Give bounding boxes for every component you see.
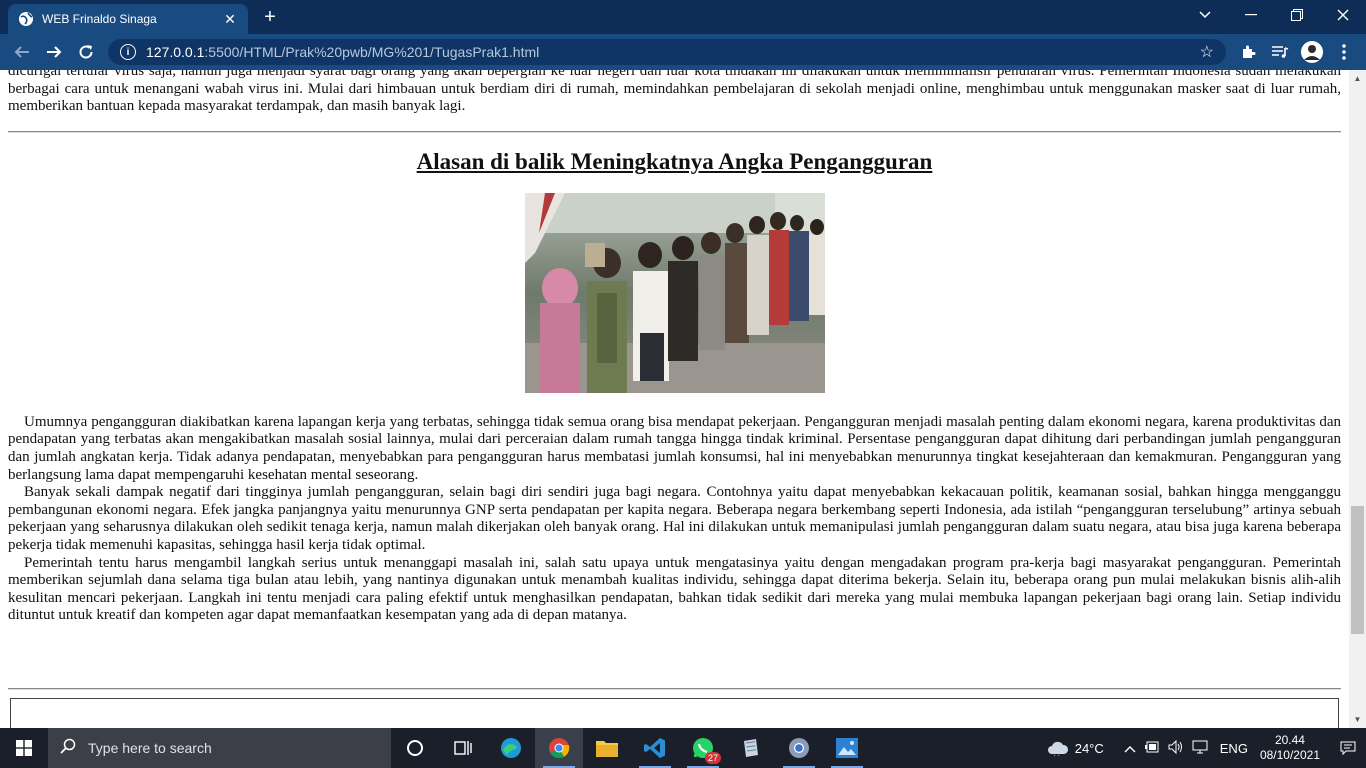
taskbar-search-box[interactable]: Type here to search bbox=[48, 728, 391, 768]
vscode-icon[interactable] bbox=[631, 728, 679, 768]
profile-avatar[interactable] bbox=[1300, 40, 1324, 64]
divider bbox=[8, 130, 1341, 133]
search-icon bbox=[60, 738, 76, 759]
restore-button[interactable] bbox=[1274, 0, 1320, 30]
back-arrow-icon[interactable] bbox=[10, 40, 34, 64]
close-tab-icon[interactable]: ✕ bbox=[222, 11, 238, 27]
url-host: 127.0.0.1 bbox=[146, 44, 205, 60]
volume-icon[interactable] bbox=[1168, 739, 1184, 757]
search-placeholder: Type here to search bbox=[88, 740, 212, 756]
scrollbar-thumb[interactable] bbox=[1351, 506, 1364, 634]
task-view-icon[interactable] bbox=[439, 728, 487, 768]
address-bar[interactable]: i 127.0.0.1:5500/HTML/Prak%20pwb/MG%201/… bbox=[108, 39, 1226, 65]
system-clock[interactable]: 20.44 08/10/2021 bbox=[1260, 733, 1320, 763]
battery-icon[interactable] bbox=[1144, 741, 1160, 756]
windows-start-button[interactable] bbox=[0, 728, 48, 768]
tab-search-chevron-icon[interactable] bbox=[1182, 0, 1228, 30]
scroll-down-arrow-icon[interactable]: ▼ bbox=[1349, 711, 1366, 728]
section-heading: Alasan di balik Meningkatnya Angka Penga… bbox=[416, 148, 933, 174]
show-hidden-icons-chevron-icon[interactable] bbox=[1124, 741, 1136, 756]
file-explorer-icon[interactable] bbox=[583, 728, 631, 768]
scroll-up-arrow-icon[interactable]: ▲ bbox=[1349, 70, 1366, 87]
paragraph-2: Banyak sekali dampak negatif dari tinggi… bbox=[8, 484, 1341, 553]
browser-titlebar: WEB Frinaldo Sinaga ✕ + bbox=[0, 0, 1366, 34]
paragraph-1: Umumnya pengangguran diakibatkan karena … bbox=[8, 413, 1341, 483]
unemployment-queue-photo bbox=[524, 192, 825, 393]
forward-arrow-icon[interactable] bbox=[42, 40, 66, 64]
vertical-scrollbar[interactable]: ▲ ▼ bbox=[1349, 70, 1366, 728]
menu-kebab-icon[interactable] bbox=[1332, 40, 1356, 64]
system-tray: 24°C ENG 20.44 08/10/2021 bbox=[1047, 728, 1366, 768]
divider-bottom bbox=[8, 688, 1341, 690]
chrome-taskbar-icon[interactable] bbox=[535, 728, 583, 768]
edge-browser-icon[interactable] bbox=[487, 728, 535, 768]
weather-widget[interactable]: 24°C bbox=[1047, 740, 1104, 756]
chrome-second-window-icon[interactable] bbox=[775, 728, 823, 768]
top-paragraph: dicurigai tertular virus saja, namun jug… bbox=[8, 70, 1341, 115]
cortana-icon[interactable] bbox=[391, 728, 439, 768]
whatsapp-icon[interactable]: 27 bbox=[679, 728, 727, 768]
page-viewport[interactable]: dicurigai tertular virus saja, namun jug… bbox=[0, 70, 1349, 728]
language-indicator[interactable]: ENG bbox=[1220, 741, 1248, 756]
new-tab-button[interactable]: + bbox=[258, 6, 282, 28]
extensions-icon[interactable] bbox=[1236, 40, 1260, 64]
article: dicurigai tertular virus saja, namun jug… bbox=[8, 70, 1341, 625]
weather-temperature: 24°C bbox=[1074, 740, 1104, 756]
notes-app-icon[interactable] bbox=[727, 728, 775, 768]
clock-date: 08/10/2021 bbox=[1259, 748, 1320, 762]
whatsapp-notification-badge: 27 bbox=[704, 752, 721, 764]
network-icon[interactable] bbox=[1192, 740, 1208, 757]
minimize-button[interactable] bbox=[1228, 0, 1274, 30]
close-window-button[interactable] bbox=[1320, 0, 1366, 30]
site-info-icon[interactable]: i bbox=[120, 44, 136, 60]
browser-toolbar: i 127.0.0.1:5500/HTML/Prak%20pwb/MG%201/… bbox=[0, 34, 1366, 70]
globe-icon bbox=[18, 11, 34, 27]
footer-box bbox=[10, 698, 1339, 728]
paragraph-3: Pemerintah tentu harus mengambil langkah… bbox=[8, 554, 1341, 624]
browser-tab[interactable]: WEB Frinaldo Sinaga ✕ bbox=[8, 4, 248, 34]
media-queue-icon[interactable] bbox=[1268, 40, 1292, 64]
windows-taskbar: Type here to search 27 24°C ENG 20.44 08… bbox=[0, 728, 1366, 768]
photos-app-icon[interactable] bbox=[823, 728, 871, 768]
url-path: :5500/HTML/Prak%20pwb/MG%201/TugasPrak1.… bbox=[204, 44, 540, 60]
reload-icon[interactable] bbox=[74, 40, 98, 64]
clock-time: 20.44 bbox=[1274, 733, 1305, 747]
bookmark-star-icon[interactable]: ☆ bbox=[1200, 42, 1214, 62]
action-center-icon[interactable] bbox=[1330, 728, 1366, 768]
tab-title: WEB Frinaldo Sinaga bbox=[42, 12, 157, 26]
